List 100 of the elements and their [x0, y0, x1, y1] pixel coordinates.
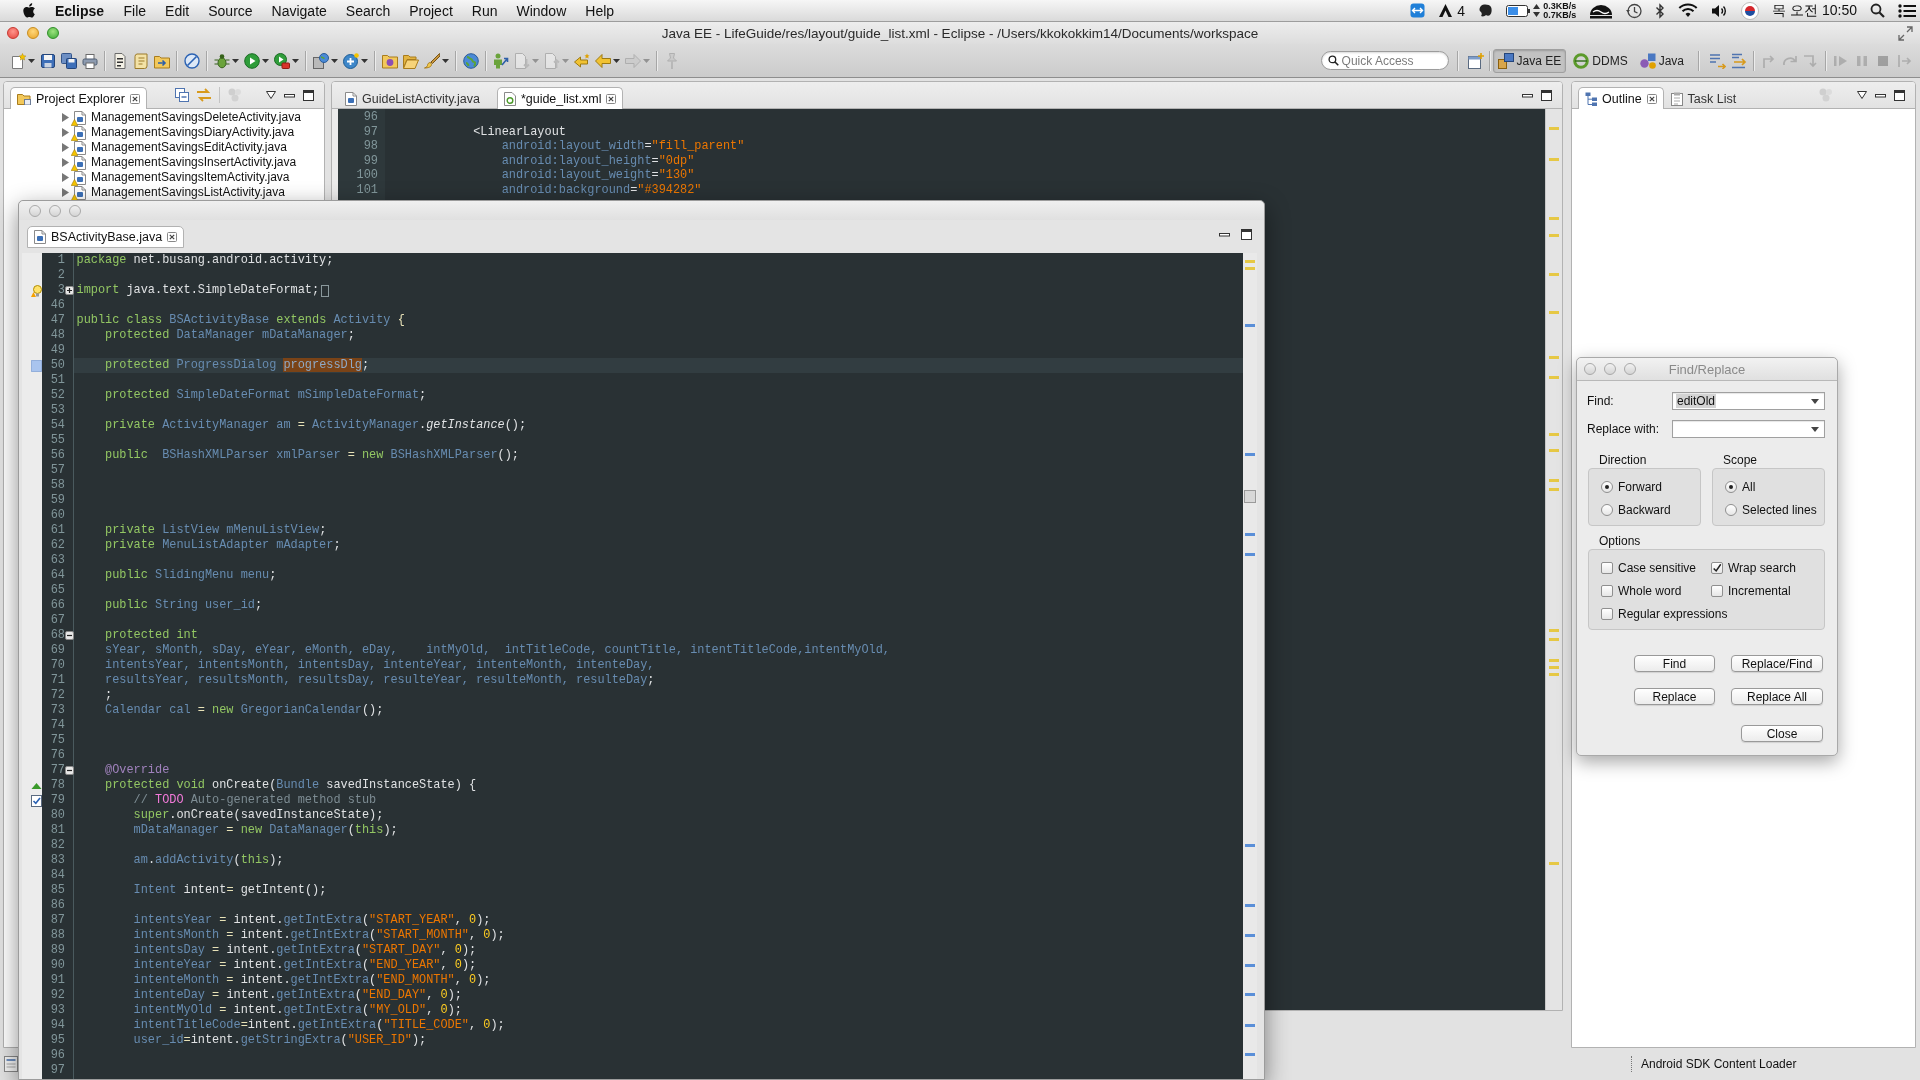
collapse-all-icon[interactable]	[175, 88, 189, 102]
zoom-button[interactable]	[69, 204, 81, 217]
tree-arrow-collapsed-icon[interactable]	[61, 158, 70, 167]
link-arrows-icon[interactable]	[197, 88, 211, 102]
dropdown-arrow-icon[interactable]	[1811, 398, 1819, 404]
maximize-icon[interactable]	[1241, 228, 1252, 240]
view-tab[interactable]: Outline	[1578, 87, 1664, 109]
tree-item[interactable]: ManagementSavingsEditActivity.java	[91, 140, 287, 155]
minimize-button[interactable]	[27, 27, 39, 39]
close-button[interactable]	[1584, 363, 1596, 375]
tree-item[interactable]: ManagementSavingsDiaryActivity.java	[91, 125, 295, 140]
close-icon[interactable]	[167, 232, 178, 242]
dropdown-arrow-icon[interactable]	[1811, 426, 1819, 432]
radio-button[interactable]	[1601, 481, 1613, 493]
maximize-icon[interactable]	[1894, 89, 1905, 101]
editor-tab[interactable]: BSActivityBase.java	[27, 226, 185, 248]
file-icon	[345, 91, 357, 106]
tree-arrow-collapsed-icon[interactable]	[61, 113, 70, 122]
checkbox[interactable]	[1711, 585, 1723, 597]
tree-arrow-collapsed-icon[interactable]	[61, 128, 70, 137]
fullscreen-icon[interactable]	[1898, 25, 1913, 41]
dialog-button[interactable]: Close	[1741, 725, 1823, 742]
radio-button[interactable]	[1725, 481, 1737, 493]
maximize-icon[interactable]	[1541, 89, 1552, 101]
menu-item[interactable]: Help	[575, 2, 624, 19]
dialog-button[interactable]: Replace	[1634, 688, 1715, 705]
speech-bubble-icon[interactable]	[1478, 3, 1494, 18]
speaker-icon[interactable]	[1711, 3, 1729, 18]
perspective-button[interactable]: DDMS	[1568, 48, 1633, 73]
window-icon[interactable]	[4, 1056, 18, 1072]
radio-button[interactable]	[1725, 504, 1737, 516]
zoom-button[interactable]	[47, 27, 59, 39]
fold-marker-icon[interactable]	[321, 284, 330, 297]
close-button[interactable]	[7, 27, 19, 39]
perspective-button[interactable]: Java EE	[1492, 48, 1567, 73]
menu-clock[interactable]: 목 오전 10:50	[1772, 1, 1857, 20]
tree-arrow-collapsed-icon[interactable]	[61, 188, 70, 197]
minimize-button[interactable]	[1604, 363, 1616, 375]
minus-box-icon[interactable]	[65, 631, 74, 640]
checkbox[interactable]	[1711, 562, 1723, 574]
close-icon[interactable]	[129, 93, 140, 104]
dialog-button[interactable]: Replace All	[1731, 688, 1823, 705]
battery-icon[interactable]	[1506, 4, 1531, 17]
arrows-square-icon[interactable]	[1410, 3, 1426, 18]
perspective-button[interactable]: Java	[1634, 48, 1689, 73]
tree-item[interactable]: ManagementSavingsDeleteActivity.java	[91, 110, 301, 125]
list-icon[interactable]	[1898, 3, 1916, 18]
plus-box-icon[interactable]	[65, 286, 74, 295]
close-icon[interactable]	[606, 93, 617, 104]
editor-tab[interactable]: GuideListActivity.java	[338, 87, 487, 109]
tree-arrow-collapsed-icon[interactable]	[61, 173, 70, 182]
app-menu[interactable]: Eclipse	[45, 2, 115, 19]
line-number: 74	[49, 718, 65, 733]
menu-item[interactable]: Navigate	[262, 2, 337, 19]
line-number: 84	[49, 868, 65, 883]
find-field[interactable]: editOld	[1672, 392, 1825, 410]
minus-box-icon[interactable]	[65, 766, 74, 775]
flag-icon[interactable]	[1741, 1, 1760, 20]
dialog-button[interactable]: Find	[1634, 655, 1715, 672]
tree-item[interactable]: ManagementSavingsListActivity.java	[91, 185, 285, 200]
clock-icon[interactable]	[1626, 2, 1643, 19]
replace-field[interactable]	[1672, 420, 1825, 438]
dome-icon[interactable]	[1589, 2, 1614, 19]
close-button[interactable]	[29, 204, 41, 217]
checkbox[interactable]	[1601, 585, 1613, 597]
editor-tab[interactable]: *guide_list.xml	[496, 87, 624, 109]
menu-item[interactable]: Edit	[155, 2, 199, 19]
radio-button[interactable]	[1601, 504, 1613, 516]
minimize-button[interactable]	[49, 204, 61, 217]
quick-access-field[interactable]: Quick Access	[1320, 51, 1449, 70]
scroll-thumb[interactable]	[1244, 490, 1256, 503]
dialog-button[interactable]: Replace/Find	[1731, 655, 1823, 672]
view-tab[interactable]: Task List	[1663, 87, 1744, 109]
apple-icon[interactable]	[22, 2, 36, 19]
checkbox[interactable]	[1601, 562, 1613, 574]
menu-item[interactable]: Search	[336, 2, 400, 19]
wifi-icon[interactable]	[1678, 3, 1699, 18]
line-number: 1	[56, 253, 65, 268]
bar-arrow-icon	[1895, 52, 1912, 69]
close-icon[interactable]	[1646, 93, 1657, 104]
tree-item[interactable]: ManagementSavingsInsertActivity.java	[91, 155, 297, 170]
menu-item[interactable]: Source	[198, 2, 263, 19]
search-icon[interactable]	[1870, 3, 1885, 18]
checkbox[interactable]	[1601, 608, 1613, 620]
tree-item[interactable]: ManagementSavingsItemActivity.java	[91, 170, 290, 185]
menu-item[interactable]: Run	[462, 2, 507, 19]
menu-item[interactable]: Project	[399, 2, 463, 19]
line-number: 97	[49, 1063, 65, 1078]
maximize-icon[interactable]	[303, 89, 314, 101]
line-number: 3	[56, 283, 65, 298]
view-menu-icon[interactable]	[1857, 91, 1867, 99]
bluetooth-icon[interactable]	[1655, 2, 1666, 19]
peak-icon[interactable]	[1438, 3, 1454, 18]
menu-item[interactable]: Window	[506, 2, 576, 19]
view-menu-icon[interactable]	[266, 91, 276, 99]
overview-ruler[interactable]	[1243, 253, 1257, 1079]
menu-item[interactable]: File	[114, 2, 156, 19]
zoom-button[interactable]	[1624, 363, 1636, 375]
tree-arrow-collapsed-icon[interactable]	[61, 143, 70, 152]
line-number: 96	[362, 110, 378, 125]
